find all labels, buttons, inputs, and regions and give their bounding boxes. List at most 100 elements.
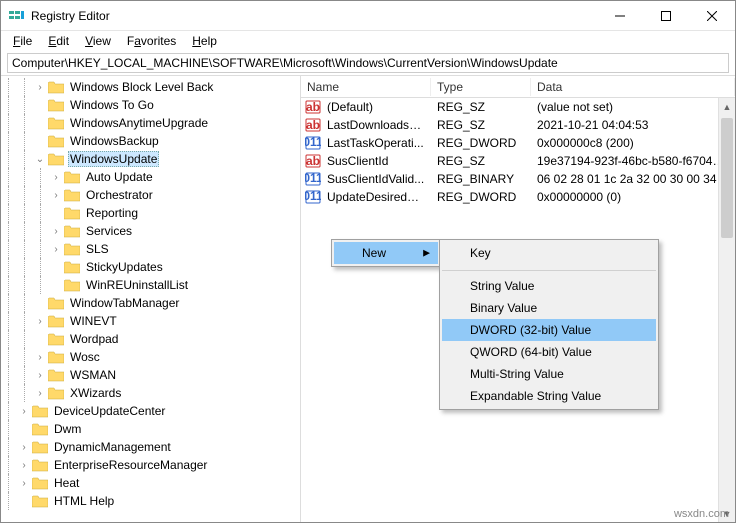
context-item[interactable]: DWORD (32-bit) Value bbox=[442, 319, 656, 341]
tree-item[interactable]: WinREUninstallList bbox=[1, 276, 300, 294]
tree-toggle-icon[interactable] bbox=[17, 494, 31, 508]
tree-toggle-icon[interactable]: › bbox=[49, 170, 63, 184]
value-row[interactable]: 011UpdateDesiredVi...REG_DWORD0x00000000… bbox=[301, 188, 735, 206]
tree-item-label: DynamicManagement bbox=[54, 440, 171, 454]
menu-edit[interactable]: Edit bbox=[40, 32, 77, 50]
tree-item[interactable]: ›Services bbox=[1, 222, 300, 240]
tree-toggle-icon[interactable] bbox=[33, 116, 47, 130]
column-name[interactable]: Name bbox=[301, 78, 431, 96]
value-row[interactable]: 011LastTaskOperati...REG_DWORD0x000000c8… bbox=[301, 134, 735, 152]
tree-toggle-icon[interactable] bbox=[33, 332, 47, 346]
tree-toggle-icon[interactable]: › bbox=[49, 188, 63, 202]
string-value-icon: ab bbox=[305, 153, 321, 169]
tree-toggle-icon[interactable] bbox=[33, 296, 47, 310]
scroll-up-button[interactable]: ▲ bbox=[719, 98, 735, 115]
value-data: (value not set) bbox=[531, 100, 735, 114]
value-type: REG_SZ bbox=[431, 100, 531, 114]
menu-bar: File Edit View Favorites Help bbox=[1, 31, 735, 51]
context-item[interactable]: String Value bbox=[442, 270, 656, 297]
tree-toggle-icon[interactable]: ⌄ bbox=[33, 152, 47, 166]
minimize-button[interactable] bbox=[597, 1, 643, 31]
tree-toggle-icon[interactable] bbox=[17, 422, 31, 436]
column-type[interactable]: Type bbox=[431, 78, 531, 96]
context-item[interactable]: Binary Value bbox=[442, 297, 656, 319]
folder-icon bbox=[64, 206, 80, 220]
tree-toggle-icon[interactable]: › bbox=[49, 242, 63, 256]
menu-favorites[interactable]: Favorites bbox=[119, 32, 184, 50]
tree-toggle-icon[interactable]: › bbox=[33, 368, 47, 382]
tree-toggle-icon[interactable]: › bbox=[33, 80, 47, 94]
tree-toggle-icon[interactable]: › bbox=[33, 314, 47, 328]
menu-file[interactable]: File bbox=[5, 32, 40, 50]
value-row[interactable]: abSusClientIdREG_SZ19e37194-923f-46bc-b5… bbox=[301, 152, 735, 170]
scroll-thumb[interactable] bbox=[721, 118, 733, 238]
context-item[interactable]: Expandable String Value bbox=[442, 385, 656, 407]
window-controls bbox=[597, 1, 735, 31]
close-button[interactable] bbox=[689, 1, 735, 31]
value-row[interactable]: abLastDownloadsP...REG_SZ2021-10-21 04:0… bbox=[301, 116, 735, 134]
tree-item[interactable]: ›SLS bbox=[1, 240, 300, 258]
tree-item[interactable]: ⌄WindowsUpdate bbox=[1, 150, 300, 168]
tree-item-label: Windows To Go bbox=[70, 98, 154, 112]
tree-item[interactable]: Windows To Go bbox=[1, 96, 300, 114]
tree-toggle-icon[interactable]: › bbox=[17, 404, 31, 418]
tree-toggle-icon[interactable]: › bbox=[17, 476, 31, 490]
folder-icon bbox=[48, 116, 64, 130]
tree-item[interactable]: HTML Help bbox=[1, 492, 300, 510]
tree-item[interactable]: WindowTabManager bbox=[1, 294, 300, 312]
tree-item[interactable]: › Orchestrator bbox=[1, 186, 300, 204]
tree-item[interactable]: ›Windows Block Level Back bbox=[1, 78, 300, 96]
value-data: 19e37194-923f-46bc-b580-f6704242 bbox=[531, 154, 735, 168]
tree-item-label: WINEVT bbox=[70, 314, 117, 328]
tree-toggle-icon[interactable]: › bbox=[49, 224, 63, 238]
tree-toggle-icon[interactable]: › bbox=[17, 440, 31, 454]
tree-toggle-icon[interactable] bbox=[33, 98, 47, 112]
menu-help[interactable]: Help bbox=[184, 32, 225, 50]
tree-toggle-icon[interactable] bbox=[49, 278, 63, 292]
tree-item[interactable]: › DynamicManagement bbox=[1, 438, 300, 456]
tree-item[interactable]: › Auto Update bbox=[1, 168, 300, 186]
context-item[interactable]: Key bbox=[442, 242, 656, 264]
folder-icon bbox=[64, 170, 80, 184]
tree-item[interactable]: WindowsBackup bbox=[1, 132, 300, 150]
context-item[interactable]: QWORD (64-bit) Value bbox=[442, 341, 656, 363]
value-row[interactable]: 011SusClientIdValid...REG_BINARY06 02 28… bbox=[301, 170, 735, 188]
tree-toggle-icon[interactable]: › bbox=[33, 350, 47, 364]
tree-toggle-icon[interactable] bbox=[49, 260, 63, 274]
tree-item[interactable]: › WINEVT bbox=[1, 312, 300, 330]
menu-view[interactable]: View bbox=[77, 32, 119, 50]
tree-item-label: Wosc bbox=[70, 350, 100, 364]
tree-item[interactable]: ›EnterpriseResourceManager bbox=[1, 456, 300, 474]
address-text: Computer\HKEY_LOCAL_MACHINE\SOFTWARE\Mic… bbox=[12, 56, 558, 70]
tree-item[interactable]: ›WSMAN bbox=[1, 366, 300, 384]
address-bar[interactable]: Computer\HKEY_LOCAL_MACHINE\SOFTWARE\Mic… bbox=[7, 53, 729, 73]
tree-item[interactable]: WindowsAnytimeUpgrade bbox=[1, 114, 300, 132]
maximize-button[interactable] bbox=[643, 1, 689, 31]
tree-toggle-icon[interactable] bbox=[49, 206, 63, 220]
svg-text:011: 011 bbox=[305, 135, 321, 149]
tree-item-label: Auto Update bbox=[86, 170, 153, 184]
folder-icon bbox=[48, 134, 64, 148]
tree-item-label: Orchestrator bbox=[86, 188, 153, 202]
tree-item[interactable]: ›Heat bbox=[1, 474, 300, 492]
tree-item[interactable]: Reporting bbox=[1, 204, 300, 222]
tree-item[interactable]: Wordpad bbox=[1, 330, 300, 348]
tree-item-label: WinREUninstallList bbox=[86, 278, 188, 292]
tree-item[interactable]: ›XWizards bbox=[1, 384, 300, 402]
context-item[interactable]: Multi-String Value bbox=[442, 363, 656, 385]
context-menu-new[interactable]: New ▶ bbox=[334, 242, 438, 264]
value-row[interactable]: ab(Default)REG_SZ(value not set) bbox=[301, 98, 735, 116]
column-data[interactable]: Data bbox=[531, 78, 735, 96]
tree-toggle-icon[interactable]: › bbox=[33, 386, 47, 400]
value-type: REG_DWORD bbox=[431, 190, 531, 204]
value-type: REG_BINARY bbox=[431, 172, 531, 186]
tree-pane[interactable]: ›Windows Block Level Back Windows To Go Wi… bbox=[1, 76, 301, 522]
tree-item[interactable]: Dwm bbox=[1, 420, 300, 438]
value-type: REG_DWORD bbox=[431, 136, 531, 150]
tree-toggle-icon[interactable]: › bbox=[17, 458, 31, 472]
tree-item[interactable]: › Wosc bbox=[1, 348, 300, 366]
scrollbar-vertical[interactable]: ▲ ▼ bbox=[718, 98, 735, 522]
tree-item[interactable]: ›DeviceUpdateCenter bbox=[1, 402, 300, 420]
tree-item[interactable]: StickyUpdates bbox=[1, 258, 300, 276]
tree-toggle-icon[interactable] bbox=[33, 134, 47, 148]
